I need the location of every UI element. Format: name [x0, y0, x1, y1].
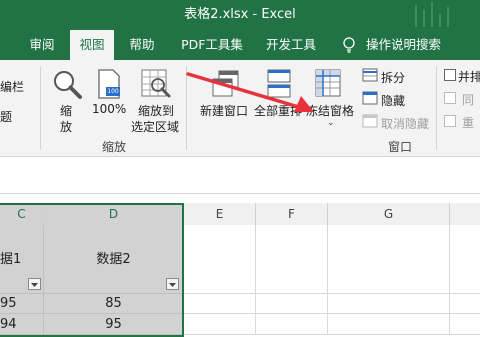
tab-partial[interactable] — [0, 30, 18, 60]
zoom-group-label: 缩放 — [102, 140, 127, 154]
cell[interactable] — [184, 225, 256, 294]
filter-dropdown-icon[interactable] — [166, 278, 179, 290]
split-icon[interactable] — [362, 68, 378, 82]
filter-dropdown-icon[interactable] — [28, 278, 41, 290]
column-header-f[interactable]: F — [256, 203, 328, 225]
table-header-cell[interactable]: 数据2 — [44, 225, 184, 294]
ribbon-partial-label-2[interactable]: 题 — [0, 108, 12, 125]
zoom-100-icon[interactable]: 100 — [96, 68, 122, 100]
zoom-icon[interactable] — [50, 68, 84, 102]
unhide-icon[interactable] — [362, 114, 378, 128]
column-headers: C D E F G — [0, 203, 480, 226]
zoom-100-label[interactable]: 100% — [92, 102, 126, 116]
chevron-down-icon[interactable]: ⌄ — [327, 118, 335, 128]
zoom-to-selection-label-2[interactable]: 选定区域 — [131, 118, 179, 135]
column-header-c[interactable]: C — [0, 203, 44, 225]
reset-position-icon[interactable] — [444, 115, 456, 127]
worksheet-grid[interactable]: 据1 数据2 95 85 94 95 — [0, 203, 480, 337]
table-cell[interactable]: 95 — [0, 294, 44, 314]
cell[interactable] — [450, 225, 480, 294]
lightbulb-icon[interactable] — [342, 30, 362, 60]
cell[interactable] — [328, 294, 450, 314]
sync-scroll-label[interactable]: 同 — [462, 91, 474, 108]
table-cell[interactable]: 95 — [44, 314, 184, 335]
cell[interactable] — [450, 294, 480, 314]
ribbon-tabs: 审阅 视图 帮助 PDF工具集 开发工具 操作说明搜索 — [0, 30, 480, 60]
new-window-label[interactable]: 新建窗口 — [200, 102, 248, 119]
unhide-label[interactable]: 取消隐藏 — [381, 115, 429, 132]
zoom-to-selection-label-1[interactable]: 缩放到 — [138, 102, 174, 119]
window-group-label: 窗口 — [388, 140, 413, 154]
cell[interactable] — [450, 314, 480, 335]
split-label[interactable]: 拆分 — [381, 69, 405, 86]
hide-icon[interactable] — [362, 91, 378, 105]
column-header-e[interactable]: E — [184, 203, 256, 225]
separator — [40, 66, 41, 150]
zoom-label-2[interactable]: 放 — [60, 118, 72, 135]
column-header-h[interactable] — [450, 203, 480, 225]
cell[interactable] — [256, 225, 328, 294]
side-by-side-icon[interactable] — [444, 69, 456, 81]
tab-developer[interactable]: 开发工具 — [260, 30, 322, 60]
arrange-all-label[interactable]: 全部重排 — [254, 102, 302, 119]
hide-label[interactable]: 隐藏 — [381, 92, 405, 109]
ribbon-partial-label-1[interactable]: 编栏 — [0, 78, 24, 95]
cell[interactable] — [184, 314, 256, 335]
new-window-icon[interactable] — [212, 69, 240, 99]
side-by-side-label[interactable]: 并排 — [458, 68, 480, 85]
cell[interactable] — [256, 314, 328, 335]
tab-help[interactable]: 帮助 — [122, 30, 162, 60]
separator — [436, 66, 437, 150]
formula-bar[interactable] — [0, 157, 480, 194]
freeze-panes-icon[interactable] — [314, 68, 342, 100]
cell[interactable] — [328, 225, 450, 294]
tab-pdf-tools[interactable]: PDF工具集 — [172, 30, 252, 60]
column-header-d[interactable]: D — [44, 203, 184, 225]
ribbon: 编栏 题 缩 放 100 100% 缩放到 选定区域 缩放 新建窗口 全部重排 … — [0, 60, 480, 157]
zoom-100-icon-text: 100 — [107, 88, 119, 95]
decorative-pattern — [405, 2, 465, 30]
table-cell[interactable]: 85 — [44, 294, 184, 314]
arrange-all-icon[interactable] — [266, 68, 292, 100]
table-cell[interactable]: 94 — [0, 314, 44, 335]
cell[interactable] — [184, 294, 256, 314]
separator — [186, 66, 187, 150]
tab-review[interactable]: 审阅 — [24, 30, 60, 60]
tab-view[interactable]: 视图 — [70, 30, 114, 60]
freeze-panes-label[interactable]: 冻结窗格 — [306, 102, 354, 119]
zoom-label-1[interactable]: 缩 — [60, 102, 72, 119]
reset-position-label[interactable]: 重 — [462, 114, 474, 131]
tell-me-search[interactable]: 操作说明搜索 — [366, 30, 478, 60]
zoom-to-selection-icon[interactable] — [140, 68, 172, 100]
cell[interactable] — [256, 294, 328, 314]
column-header-g[interactable]: G — [328, 203, 450, 225]
cell[interactable] — [328, 314, 450, 335]
sync-scroll-icon[interactable] — [444, 92, 456, 104]
